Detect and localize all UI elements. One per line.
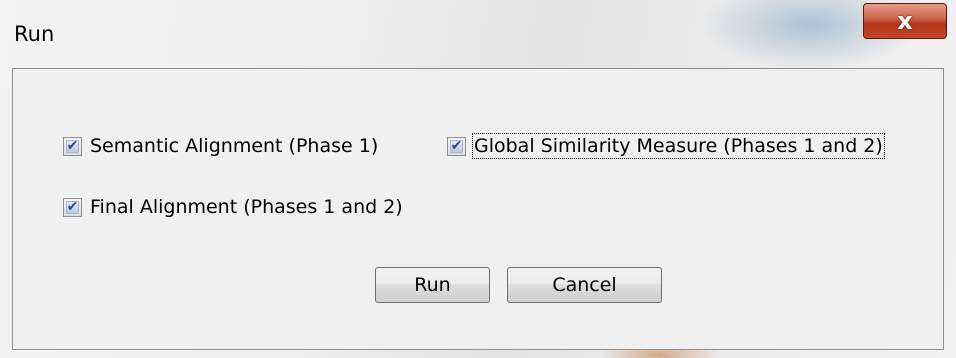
close-icon: x bbox=[897, 7, 913, 35]
final-alignment-label: Final Alignment (Phases 1 and 2) bbox=[90, 196, 403, 218]
window-title: Run bbox=[14, 22, 55, 46]
title-bar[interactable]: Run x bbox=[0, 0, 956, 68]
check-icon: ✔ bbox=[66, 199, 79, 215]
close-button[interactable]: x bbox=[863, 3, 947, 39]
run-dialog: Run x ✔ Semantic Alignment (Phase 1) ✔ G… bbox=[0, 0, 956, 358]
final-alignment-option[interactable]: ✔ Final Alignment (Phases 1 and 2) bbox=[63, 196, 403, 218]
dialog-body: ✔ Semantic Alignment (Phase 1) ✔ Global … bbox=[12, 68, 944, 350]
final-alignment-checkbox[interactable]: ✔ bbox=[63, 197, 82, 217]
semantic-alignment-checkbox[interactable]: ✔ bbox=[63, 136, 82, 156]
semantic-alignment-option[interactable]: ✔ Semantic Alignment (Phase 1) bbox=[63, 135, 378, 157]
global-similarity-label: Global Similarity Measure (Phases 1 and … bbox=[472, 133, 885, 159]
global-similarity-option[interactable]: ✔ Global Similarity Measure (Phases 1 an… bbox=[447, 133, 885, 159]
cancel-button[interactable]: Cancel bbox=[507, 267, 662, 303]
global-similarity-checkbox[interactable]: ✔ bbox=[447, 136, 466, 156]
check-icon: ✔ bbox=[66, 138, 79, 154]
semantic-alignment-label: Semantic Alignment (Phase 1) bbox=[90, 135, 379, 157]
run-button[interactable]: Run bbox=[375, 267, 490, 303]
check-icon: ✔ bbox=[450, 138, 463, 154]
